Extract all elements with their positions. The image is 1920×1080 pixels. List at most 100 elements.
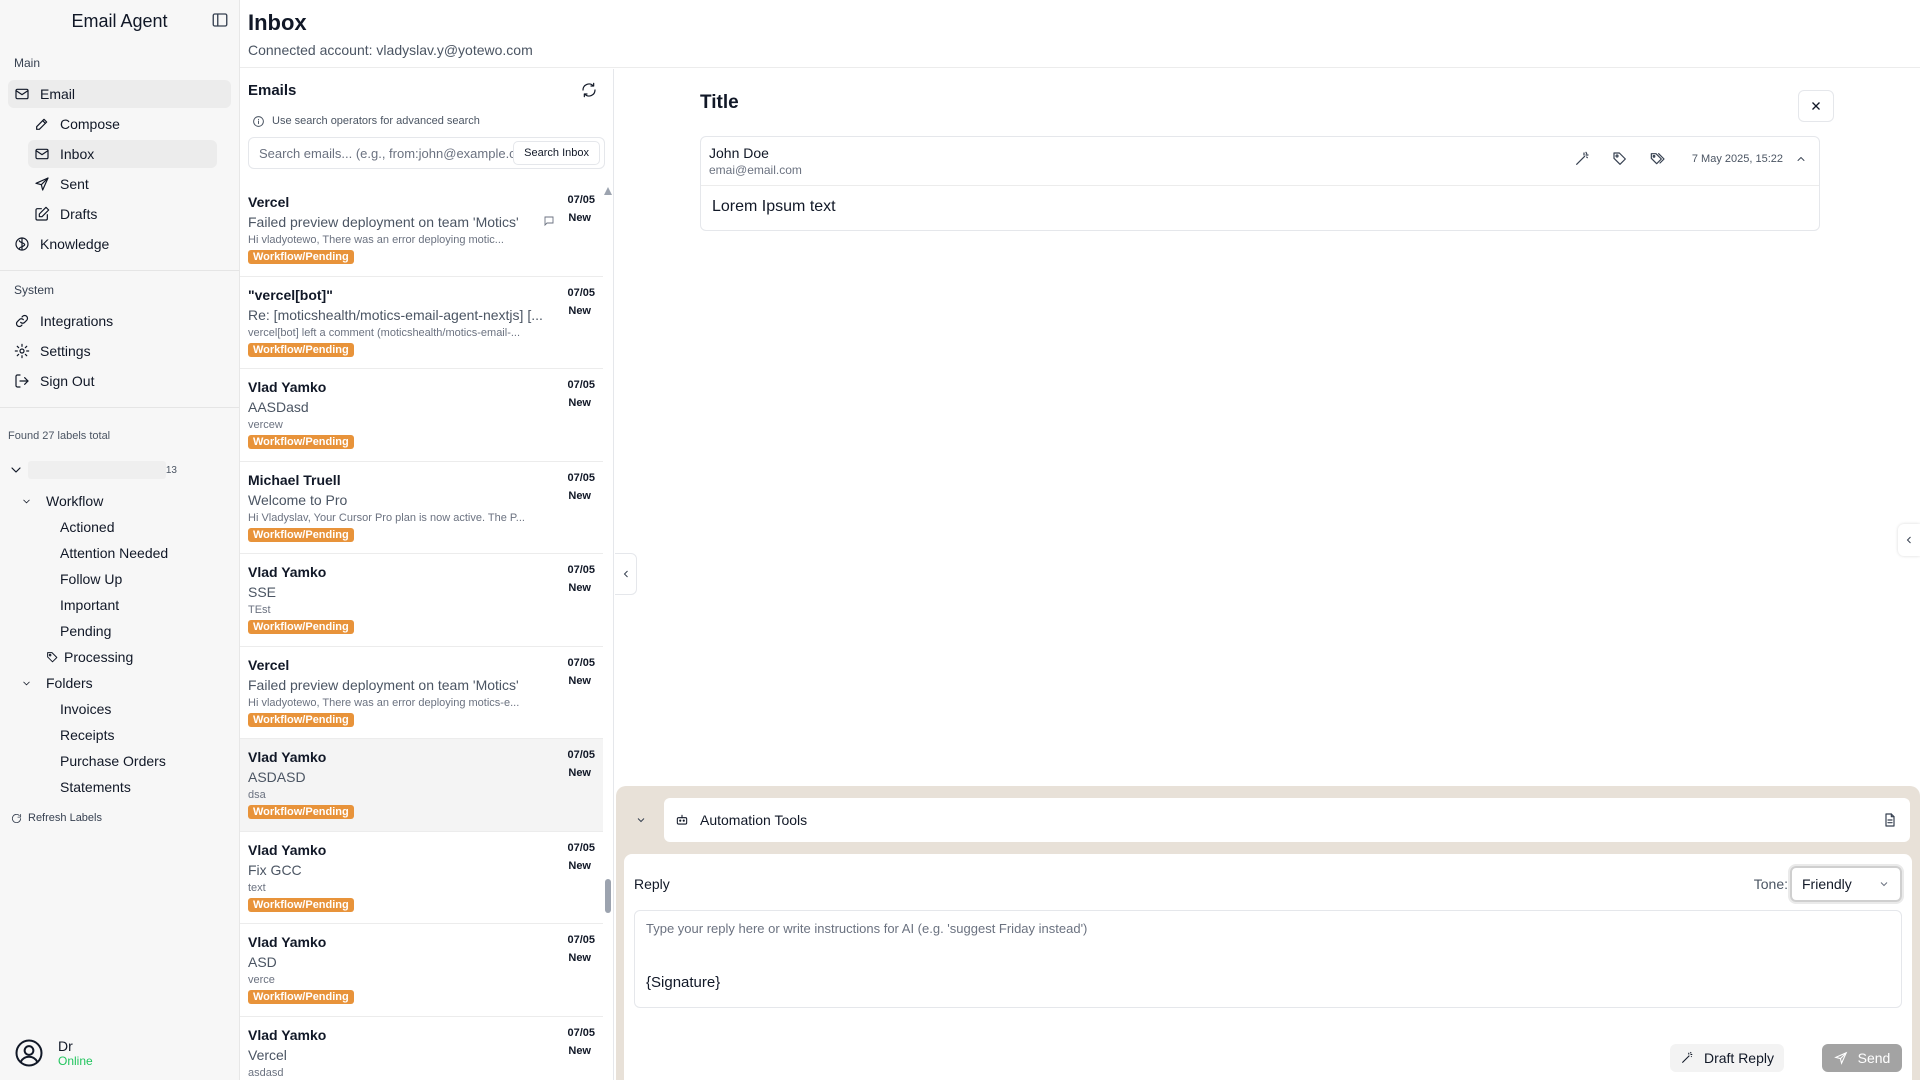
email-date: 07/05 <box>567 656 595 669</box>
divider <box>0 270 239 271</box>
refresh-icon[interactable] <box>581 82 597 98</box>
label-follow-up[interactable]: Follow Up <box>0 566 239 592</box>
gear-icon <box>14 343 30 359</box>
email-subject: Failed preview deployment on team 'Motic… <box>248 214 519 230</box>
email-snippet: TEst <box>248 604 271 616</box>
chevron-down-icon[interactable] <box>626 814 656 826</box>
label-purchase-orders[interactable]: Purchase Orders <box>0 748 239 774</box>
label-badge: Workflow/Pending <box>248 990 354 1004</box>
tone-label: Tone: <box>1753 876 1788 892</box>
label-group-workflow[interactable]: Workflow <box>0 488 239 514</box>
email-sender: Michael Truell <box>248 471 341 488</box>
email-list-pane: Emails Use search operators for advanced… <box>240 69 614 1080</box>
user-profile[interactable]: Dr Online <box>14 1038 93 1068</box>
sidebar-item-email[interactable]: Email <box>8 80 231 108</box>
refresh-labels-button[interactable]: Refresh Labels <box>0 810 239 826</box>
sidebar-item-inbox[interactable]: Inbox <box>28 140 217 168</box>
message-date: 7 May 2025, 15:22 <box>1691 153 1783 165</box>
send-button[interactable]: Send <box>1822 1044 1902 1072</box>
tone-select[interactable]: Friendly <box>1790 866 1902 902</box>
sidebar-item-sign-out[interactable]: Sign Out <box>8 367 231 395</box>
label-root[interactable]: 13 <box>8 458 239 482</box>
chevron-down-icon[interactable] <box>18 493 34 509</box>
email-subject: Fix GCC <box>248 861 302 878</box>
document-icon[interactable] <box>1882 812 1898 828</box>
reply-card: Reply Tone: Friendly {Signature} Draft R… <box>624 854 1912 1080</box>
label-badge: Workflow/Pending <box>248 805 354 819</box>
page-title: Inbox <box>248 10 307 35</box>
sidebar-item-compose[interactable]: Compose <box>28 110 231 138</box>
label-group-folders[interactable]: Folders <box>0 670 239 696</box>
email-row[interactable]: "vercel[bot]" Re: [moticshealth/motics-e… <box>240 277 603 369</box>
email-status: New <box>568 674 591 687</box>
scroll-thumb[interactable] <box>605 879 611 913</box>
reply-input[interactable] <box>646 921 1890 951</box>
search-input[interactable] <box>259 145 514 161</box>
label-badge: Workflow/Pending <box>248 712 354 727</box>
search-inbox-button[interactable]: Search Inbox <box>513 141 600 165</box>
label-actioned[interactable]: Actioned <box>0 514 239 540</box>
chevron-left-icon <box>623 570 628 578</box>
email-row[interactable]: Vlad Yamko Fix GCC text Workflow/Pending… <box>240 832 603 924</box>
link-icon <box>14 313 30 329</box>
email-row[interactable]: Vlad Yamko AASDasd vercew Workflow/Pendi… <box>240 369 603 462</box>
label-attention-needed[interactable]: Attention Needed <box>0 540 239 566</box>
email-date: 07/05 <box>567 286 595 299</box>
email-subject: ASDASD <box>248 769 306 785</box>
email-row[interactable]: Michael Truell Welcome to Pro Hi Vladysl… <box>240 462 603 554</box>
label-invoices[interactable]: Invoices <box>0 696 239 722</box>
email-row[interactable]: Vercel Failed preview deployment on team… <box>240 647 603 739</box>
email-sender: Vlad Yamko <box>248 749 327 765</box>
scroll-up-arrow[interactable] <box>604 187 612 195</box>
expand-right-panel-button[interactable] <box>1898 524 1920 556</box>
email-date: 07/05 <box>567 934 595 946</box>
email-sender: Vlad Yamko <box>248 379 327 395</box>
draft-reply-button[interactable]: Draft Reply <box>1669 1044 1784 1072</box>
refresh-labels-label: Refresh Labels <box>28 812 102 824</box>
label-badge: Workflow/Pending <box>248 435 354 449</box>
chevron-up-icon[interactable] <box>1793 151 1809 167</box>
email-detail-title: Title <box>700 92 739 113</box>
label-processing[interactable]: Processing <box>0 644 239 670</box>
email-subject: Vercel <box>248 1046 287 1063</box>
labels-count: Found 27 labels total <box>8 430 111 442</box>
tag-icon[interactable] <box>1612 151 1628 167</box>
connected-account: Connected account: vladyslav.y@yotewo.co… <box>248 42 533 58</box>
tags-icon[interactable] <box>1650 151 1666 167</box>
label-receipts[interactable]: Receipts <box>0 722 239 748</box>
label-important[interactable]: Important <box>0 592 239 618</box>
sidebar-item-label: Sent <box>60 176 89 192</box>
email-snippet: Hi vladyotewo, There was an error deploy… <box>248 696 520 709</box>
label-badge: Workflow/Pending <box>248 897 354 912</box>
message-header[interactable]: John Doe emai@email.com 7 May 2025, 15:2… <box>701 137 1819 186</box>
label-processing-name: Processing <box>64 649 134 665</box>
sidebar-item-integrations[interactable]: Integrations <box>8 307 231 335</box>
label-statements[interactable]: Statements <box>0 774 239 800</box>
email-row[interactable]: Vlad Yamko Vercel asdasd 07/05 New <box>240 1017 603 1080</box>
close-detail-button[interactable] <box>1798 90 1834 122</box>
message-actions: 7 May 2025, 15:22 <box>1574 151 1809 167</box>
email-snippet: vercew <box>248 419 283 431</box>
user-status: Online <box>58 1054 93 1068</box>
label-root-count: 13 <box>165 464 177 476</box>
email-status: New <box>568 304 591 317</box>
sidebar-item-sent[interactable]: Sent <box>28 170 231 198</box>
automation-tools-bar[interactable]: Automation Tools <box>664 798 1910 842</box>
email-snippet: vercel[bot] left a comment (moticshealth… <box>248 326 521 339</box>
email-list-scrollbar[interactable] <box>603 185 613 1080</box>
sidebar-item-drafts[interactable]: Drafts <box>28 200 231 228</box>
collapse-list-button[interactable] <box>615 553 637 595</box>
email-row[interactable]: Vercel Failed preview deployment on team… <box>240 184 603 277</box>
sidebar-item-settings[interactable]: Settings <box>8 337 231 365</box>
label-pending[interactable]: Pending <box>0 618 239 644</box>
sidebar-item-knowledge[interactable]: Knowledge <box>8 230 231 258</box>
email-row[interactable]: Vlad Yamko SSE TEst Workflow/Pending 07/… <box>240 554 603 647</box>
label-root-name <box>28 461 166 479</box>
sidebar-toggle-icon[interactable] <box>211 11 229 29</box>
email-row[interactable]: Vlad Yamko ASD verce Workflow/Pending 07… <box>240 924 603 1017</box>
email-row-selected[interactable]: Vlad Yamko ASDASD dsa Workflow/Pending 0… <box>240 739 603 832</box>
email-status: New <box>568 859 591 872</box>
chevron-down-icon[interactable] <box>18 675 34 691</box>
chevron-down-icon[interactable] <box>8 462 24 478</box>
magic-wand-icon[interactable] <box>1574 151 1590 167</box>
